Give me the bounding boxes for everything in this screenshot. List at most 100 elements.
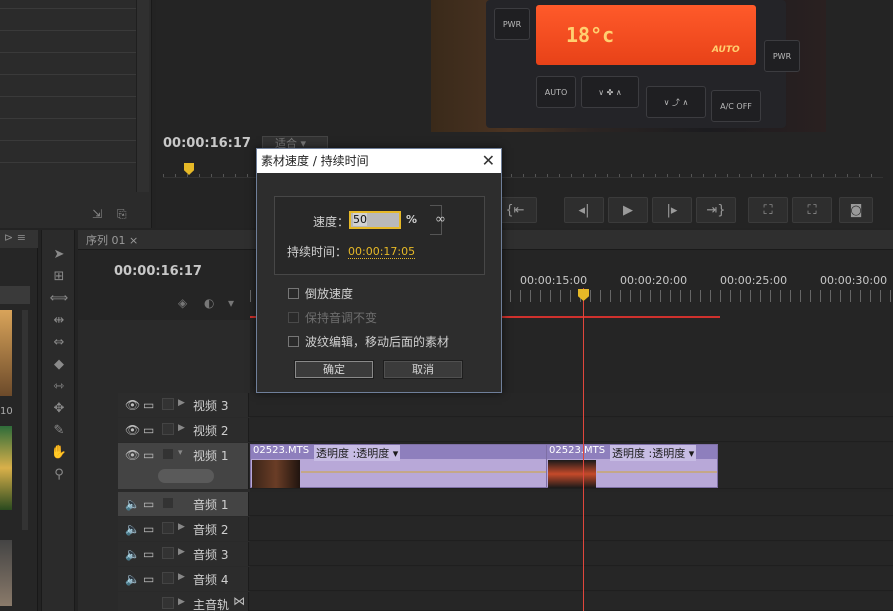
tab-sequence-01[interactable]: 序列 01 × (86, 232, 138, 248)
lock-icon[interactable] (162, 572, 174, 584)
reverse-speed-checkbox[interactable] (288, 288, 299, 299)
lock-icon[interactable] (162, 448, 174, 460)
close-icon[interactable]: ✕ (482, 149, 495, 173)
lock-icon[interactable] (162, 398, 174, 410)
lcd-temperature: 18°c (566, 23, 615, 47)
maintain-pitch-checkbox[interactable] (288, 312, 299, 323)
extract-button[interactable]: ⛶ (792, 197, 832, 223)
console-button: AUTO (536, 76, 576, 108)
track-header[interactable]: 👁 ▭ ▶ 视频 2 (118, 418, 249, 442)
track-header[interactable]: 🔈 ▭ ▶ 音频 2 (118, 517, 249, 541)
track-header[interactable]: 👁 ▭ ▾ 视频 1 (118, 443, 249, 489)
keyframe-control[interactable] (158, 469, 214, 483)
video-clip[interactable]: 02523.MTS 透明度 :透明度 ▾ (250, 444, 547, 488)
expand-icon[interactable]: ⇲ (92, 207, 102, 221)
chevron-right-icon[interactable]: ▶ (178, 423, 185, 433)
ok-button[interactable]: 确定 (294, 360, 374, 379)
track-header[interactable]: 👁 ▭ ▶ 视频 3 (118, 393, 249, 417)
snap-icon[interactable]: ◈ (178, 296, 187, 310)
film-icon[interactable]: ▭ (143, 497, 154, 511)
track-row-video-2: 👁 ▭ ▶ 视频 2 (118, 418, 893, 442)
console-button: ∨ ✤ ∧ (581, 76, 639, 108)
film-icon[interactable]: ▭ (143, 423, 154, 437)
hand-tool-icon[interactable]: ✋ (49, 444, 69, 462)
lock-icon[interactable] (162, 597, 174, 609)
program-timecode[interactable]: 00:00:16:17 (163, 136, 251, 151)
lift-button[interactable]: ⛶ (748, 197, 788, 223)
link-icon[interactable]: ∞ (435, 212, 446, 227)
console-button: ∨ ⤴ ∧ (646, 86, 706, 118)
clip-effect-dropdown[interactable]: 透明度 :透明度 ▾ (610, 445, 697, 461)
camera-icon[interactable]: ◙ (839, 197, 873, 223)
film-icon[interactable]: ▭ (143, 522, 154, 536)
reverse-speed-label[interactable]: 倒放速度 (305, 285, 353, 302)
chevron-right-icon[interactable]: ▶ (178, 547, 185, 557)
lock-icon[interactable] (162, 423, 174, 435)
rate-stretch-tool-icon[interactable]: ⇔ (49, 334, 69, 352)
dialog-titlebar[interactable]: 素材速度 / 持续时间 ✕ (257, 149, 501, 173)
track-header[interactable]: 🔈 ▭ ▶ 音频 3 (118, 542, 249, 566)
ripple-edit-tool-icon[interactable]: ⟺ (49, 290, 69, 308)
panel-dropdown[interactable] (0, 286, 30, 304)
razor-tool-icon[interactable]: ◆ (49, 356, 69, 374)
media-thumbnail[interactable] (0, 540, 12, 606)
film-icon[interactable]: ▭ (143, 448, 154, 462)
duration-value[interactable]: 00:00:17:05 (348, 245, 416, 259)
slide-tool-icon[interactable]: ✥ (49, 400, 69, 418)
timeline-timecode[interactable]: 00:00:16:17 (114, 264, 202, 279)
chevron-down-icon[interactable]: ▾ (178, 448, 183, 458)
media-thumbnail[interactable] (0, 310, 12, 396)
chevron-right-icon[interactable]: ▶ (178, 522, 185, 532)
lock-icon[interactable] (162, 522, 174, 534)
video-clip[interactable]: 02523.MTS 透明度 :透明度 ▾ (546, 444, 718, 488)
chevron-right-icon[interactable]: ▶ (178, 597, 185, 607)
ripple-edit-label[interactable]: 波纹编辑，移动后面的素材 (305, 333, 449, 350)
zoom-tool-icon[interactable]: ⚲ (49, 466, 69, 484)
chevron-right-icon[interactable]: ▶ (178, 398, 185, 408)
playhead-line[interactable] (583, 288, 584, 611)
eye-icon[interactable]: 👁 (125, 448, 140, 462)
speaker-icon[interactable]: 🔈 (125, 547, 140, 561)
speaker-icon[interactable]: 🔈 (125, 572, 140, 586)
track-row-video-3: 👁 ▭ ▶ 视频 3 (118, 393, 893, 417)
slip-tool-icon[interactable]: ⇿ (49, 378, 69, 396)
step-forward-edit-button[interactable]: ⇥} (696, 197, 736, 223)
eye-icon[interactable]: 👁 (125, 398, 140, 412)
play-button[interactable]: ▶ (608, 197, 648, 223)
panel-scrollbar[interactable] (136, 0, 149, 192)
opacity-line[interactable] (301, 471, 546, 473)
close-icon[interactable]: × (129, 234, 138, 247)
selection-tool-icon[interactable]: ➤ (49, 246, 69, 264)
film-icon[interactable]: ▭ (143, 572, 154, 586)
bowtie-icon[interactable]: ⋈ (233, 594, 245, 608)
chevron-right-icon[interactable]: ▶ (178, 572, 185, 582)
film-icon[interactable]: ▭ (143, 547, 154, 561)
cancel-button[interactable]: 取消 (383, 360, 463, 379)
step-back-button[interactable]: ◂| (564, 197, 604, 223)
eye-icon[interactable]: 👁 (125, 423, 140, 437)
step-forward-button[interactable]: |▸ (652, 197, 692, 223)
track-header[interactable]: 🔈 ▭ 音频 1 (118, 492, 249, 516)
track-select-tool-icon[interactable]: ⊞ (49, 268, 69, 286)
speed-input[interactable]: 50 (349, 211, 401, 229)
lock-icon[interactable] (162, 497, 174, 509)
ripple-edit-checkbox[interactable] (288, 336, 299, 347)
speaker-icon[interactable]: 🔈 (125, 522, 140, 536)
rolling-edit-tool-icon[interactable]: ⇹ (49, 312, 69, 330)
clip-effect-dropdown[interactable]: 透明度 :透明度 ▾ (314, 445, 401, 461)
media-thumbnail[interactable] (0, 426, 12, 510)
panel-scrollbar[interactable] (22, 310, 28, 530)
pen-tool-icon[interactable]: ✎ (49, 422, 69, 440)
console-button: PWR (494, 8, 530, 40)
marker-icon[interactable]: ◐ (204, 296, 214, 310)
track-header[interactable]: ▶ 主音轨 ⋈ (118, 592, 249, 611)
lock-icon[interactable] (162, 547, 174, 559)
speaker-icon[interactable]: 🔈 (125, 497, 140, 511)
add-marker-icon[interactable]: ▾ (228, 296, 234, 310)
export-icon[interactable]: ⎘ (117, 207, 127, 222)
opacity-line[interactable] (597, 471, 717, 473)
panel-menu-icon[interactable]: ⊳ ≡ (4, 231, 26, 244)
panel-tab[interactable]: ⊳ ≡ (0, 230, 38, 248)
track-header[interactable]: 🔈 ▭ ▶ 音频 4 (118, 567, 249, 591)
film-icon[interactable]: ▭ (143, 398, 154, 412)
